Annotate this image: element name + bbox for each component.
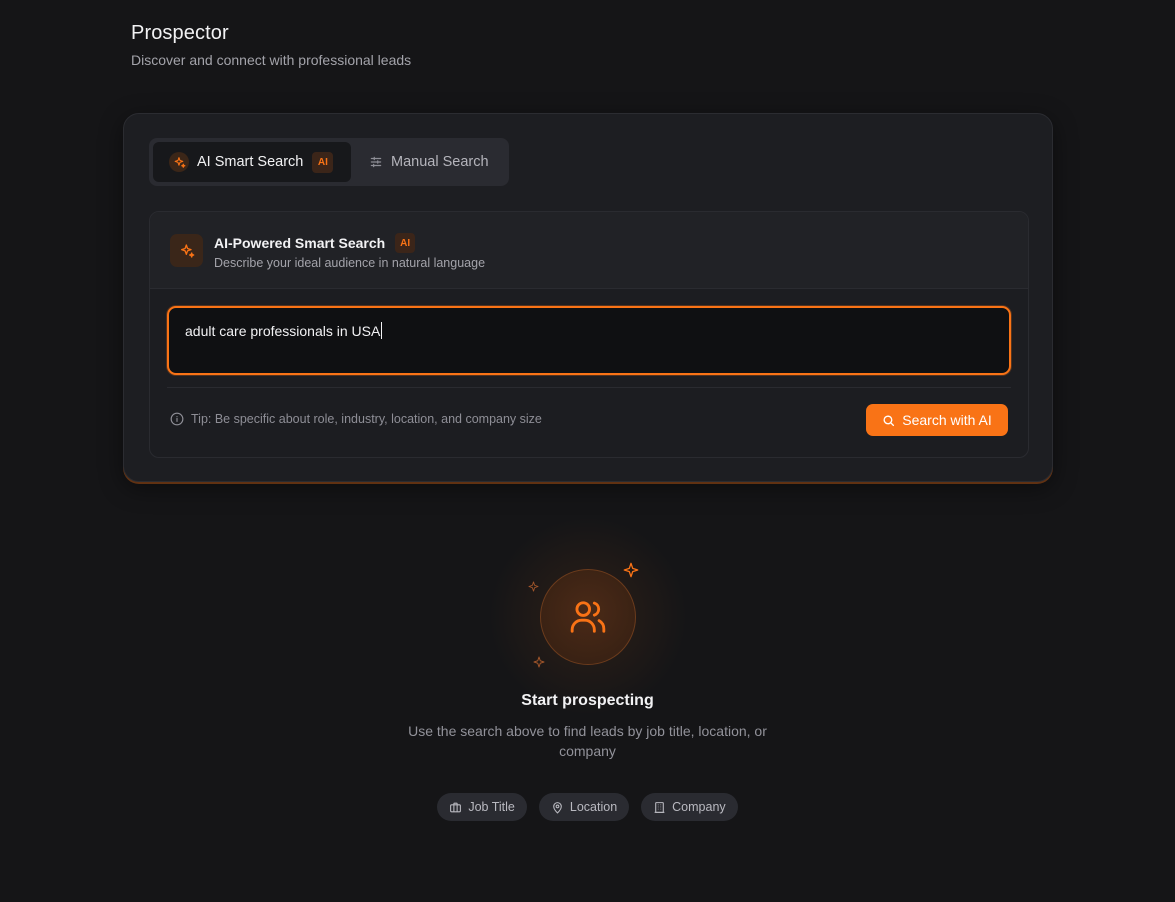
- page-subtitle: Discover and connect with professional l…: [131, 52, 412, 68]
- tab-manual-search-label: Manual Search: [391, 154, 489, 170]
- search-with-ai-label: Search with AI: [902, 412, 992, 428]
- search-tip-text: Tip: Be specific about role, industry, l…: [191, 412, 542, 426]
- search-tip: Tip: Be specific about role, industry, l…: [170, 412, 542, 426]
- filter-chips: Job Title Location Company: [0, 793, 1175, 821]
- empty-state-avatar: [540, 569, 636, 665]
- map-pin-icon: [553, 801, 562, 813]
- chip-label: Company: [672, 800, 726, 814]
- briefcase-icon: [450, 802, 462, 812]
- sliders-icon: [370, 156, 382, 168]
- info-icon: [170, 412, 184, 426]
- ai-badge: AI: [395, 233, 416, 253]
- ai-query-textarea[interactable]: adult care professionals in USA: [167, 306, 1011, 375]
- divider: [167, 387, 1011, 388]
- empty-state-description: Use the search above to find leads by jo…: [408, 723, 767, 759]
- ai-query-value: adult care professionals in USA: [185, 323, 381, 339]
- chip-company[interactable]: Company: [641, 793, 738, 821]
- smart-search-title-row: AI-Powered Smart Search AI: [214, 233, 416, 253]
- search-with-ai-button[interactable]: Search with AI: [866, 404, 1008, 436]
- search-card: AI Smart Search AI Manual Search AI-Powe…: [123, 113, 1053, 482]
- sparkle-icon: [533, 656, 545, 668]
- search-mode-tabs: AI Smart Search AI Manual Search: [149, 138, 509, 186]
- chip-location[interactable]: Location: [538, 793, 630, 821]
- smart-search-title: AI-Powered Smart Search: [214, 235, 386, 251]
- tab-ai-smart-search-label: AI Smart Search: [197, 154, 304, 170]
- users-icon: [570, 601, 606, 633]
- sparkles-icon: [170, 234, 203, 267]
- page-title: Prospector: [131, 22, 229, 44]
- search-icon: [883, 414, 895, 426]
- smart-search-description: Describe your ideal audience in natural …: [214, 256, 486, 270]
- text-caret: [381, 322, 383, 339]
- chip-label: Location: [569, 800, 618, 814]
- chip-job-title[interactable]: Job Title: [437, 793, 527, 821]
- page-header: Prospector Discover and connect with pro…: [131, 22, 411, 68]
- empty-state-title: Start prospecting: [521, 692, 654, 709]
- ai-badge: AI: [312, 151, 334, 173]
- sparkle-icon: [528, 581, 539, 592]
- sparkle-icon: [623, 562, 639, 578]
- tab-ai-smart-search[interactable]: AI Smart Search AI: [153, 142, 351, 182]
- sparkles-icon: [169, 152, 189, 172]
- chip-label: Job Title: [468, 800, 515, 814]
- smart-search-panel: AI-Powered Smart Search AI Describe your…: [149, 211, 1029, 458]
- tab-manual-search[interactable]: Manual Search: [355, 142, 489, 182]
- building-icon: [654, 801, 665, 813]
- smart-search-header: AI-Powered Smart Search AI Describe your…: [150, 212, 1028, 289]
